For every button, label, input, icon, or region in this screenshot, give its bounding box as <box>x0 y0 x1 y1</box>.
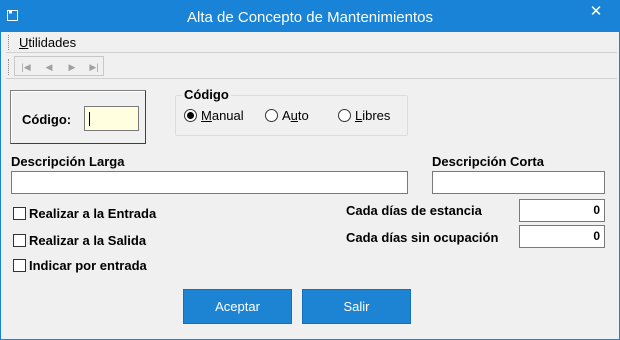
codigo-mode-group-title: Código <box>182 87 231 102</box>
descripcion-larga-input[interactable] <box>11 171 408 194</box>
radio-manual-dot[interactable] <box>184 109 197 122</box>
check-realizar-entrada[interactable]: Realizar a la Entrada <box>13 206 156 221</box>
radio-libres-dot[interactable] <box>338 109 351 122</box>
menu-grip <box>8 35 11 50</box>
close-icon[interactable]: ✕ <box>573 1 619 27</box>
previous-record-icon[interactable]: ◀ <box>42 60 56 74</box>
record-navigator: |◀ ◀ ▶ ▶| <box>14 56 104 76</box>
radio-auto-label: Auto <box>282 108 309 123</box>
window-title: Alta de Concepto de Mantenimientos <box>187 9 433 26</box>
radio-auto-dot[interactable] <box>265 109 278 122</box>
codigo-label: Código: <box>22 112 72 127</box>
check-realizar-salida[interactable]: Realizar a la Salida <box>13 233 146 248</box>
cada-dias-sin-ocupacion-input[interactable]: 0 <box>519 225 605 248</box>
radio-libres[interactable]: Libres <box>338 108 390 123</box>
checkbox-realizar-salida[interactable] <box>13 234 26 247</box>
checkbox-realizar-entrada[interactable] <box>13 207 26 220</box>
menu-utilidades[interactable]: Utilidades <box>19 35 76 50</box>
cada-dias-sin-ocupacion-label: Cada días sin ocupación <box>346 230 499 245</box>
cada-dias-estancia-input[interactable]: 0 <box>519 199 605 222</box>
navigation-toolbar: |◀ ◀ ▶ ▶| <box>6 55 617 79</box>
check-indicar-entrada-label: Indicar por entrada <box>29 258 147 273</box>
descripcion-corta-input[interactable] <box>432 171 605 194</box>
menu-bar: Utilidades <box>6 32 617 53</box>
cada-dias-estancia-label: Cada días de estancia <box>346 203 482 218</box>
dialog-window: Alta de Concepto de Mantenimientos ✕ Uti… <box>0 0 620 340</box>
codigo-input[interactable] <box>84 106 139 131</box>
first-record-icon[interactable]: |◀ <box>19 60 33 74</box>
text-caret <box>89 112 90 126</box>
aceptar-button[interactable]: Aceptar <box>183 289 292 324</box>
next-record-icon[interactable]: ▶ <box>65 60 79 74</box>
salir-button[interactable]: Salir <box>302 289 411 324</box>
check-realizar-salida-label: Realizar a la Salida <box>29 233 147 248</box>
radio-libres-label: Libres <box>355 108 391 123</box>
toolbar-grip <box>8 59 11 75</box>
checkbox-indicar-entrada[interactable] <box>13 259 26 272</box>
radio-manual-label: Manual <box>201 108 244 123</box>
radio-manual[interactable]: Manual <box>184 108 244 123</box>
check-realizar-entrada-label: Realizar a la Entrada <box>29 206 157 221</box>
descripcion-larga-label: Descripción Larga <box>11 154 125 169</box>
check-indicar-entrada[interactable]: Indicar por entrada <box>13 258 147 273</box>
radio-auto[interactable]: Auto <box>265 108 309 123</box>
descripcion-corta-label: Descripción Corta <box>432 154 544 169</box>
last-record-icon[interactable]: ▶| <box>87 60 101 74</box>
codigo-panel: Código: <box>10 90 146 144</box>
title-bar[interactable]: Alta de Concepto de Mantenimientos ✕ <box>1 1 619 32</box>
